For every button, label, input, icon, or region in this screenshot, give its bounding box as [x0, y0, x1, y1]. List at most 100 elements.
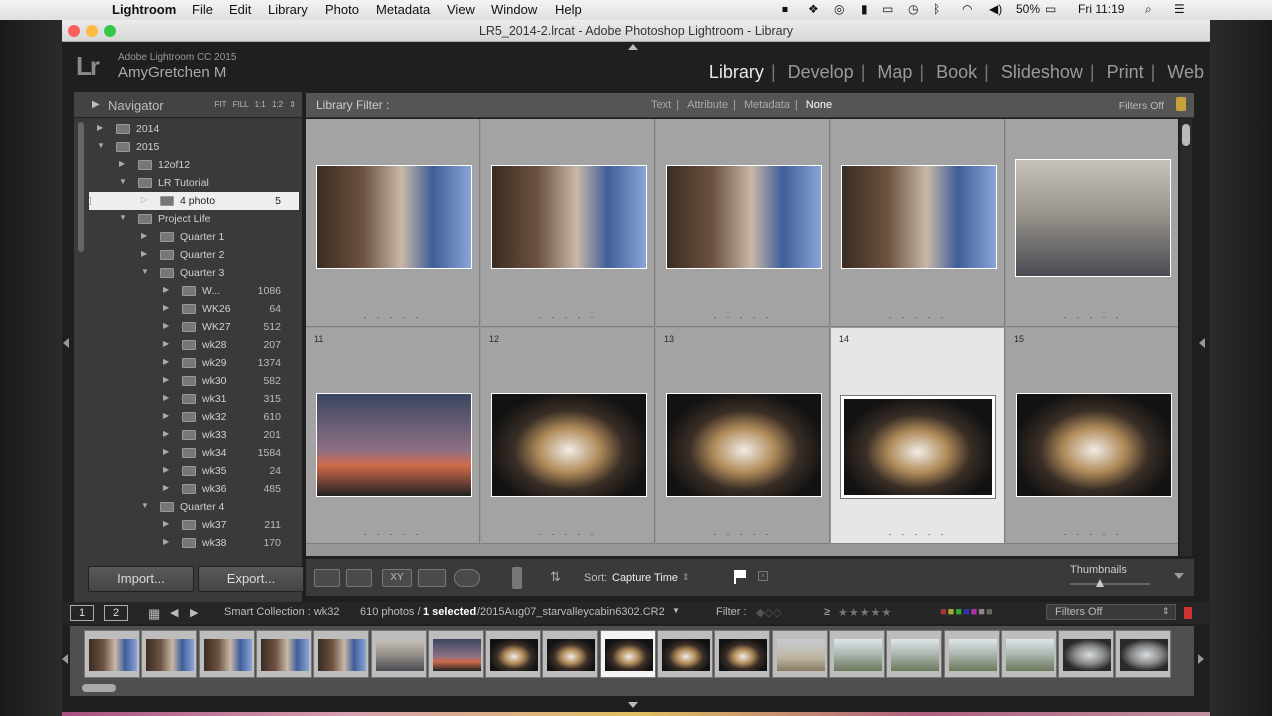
module-map[interactable]: Map — [877, 62, 912, 82]
disclosure-triangle-icon[interactable]: ▶ — [163, 465, 169, 474]
collection-row[interactable]: ▶ W... 1086 — [89, 282, 299, 300]
cell-rating-dots[interactable]: . . . . . — [656, 527, 830, 537]
kitchen-photo-thumbnail[interactable] — [316, 165, 472, 269]
dog-photo-thumbnail[interactable] — [666, 393, 822, 497]
grid-cell[interactable]: 13 . . . . . — [656, 328, 830, 544]
filmstrip-thumbnail[interactable] — [1115, 630, 1172, 678]
color-label-filter[interactable]: ■■■■■■■ — [940, 606, 994, 618]
disclosure-triangle-icon[interactable]: ▼ — [141, 267, 149, 276]
collection-row[interactable]: ▶ 2014 — [89, 120, 299, 138]
grid-cell[interactable]: . . . . . — [656, 119, 830, 327]
flag-reject-icon[interactable]: × — [758, 571, 768, 581]
filter-preset-select[interactable]: Filters Off — [1119, 100, 1164, 112]
filmstrip-thumbnail[interactable] — [657, 630, 713, 678]
filmstrip-scrollbar[interactable] — [82, 684, 116, 692]
disclosure-triangle-icon[interactable]: ▼ — [119, 177, 127, 186]
filter-preset-dropdown[interactable]: Filters Off — [1046, 604, 1176, 620]
filmstrip-thumbnail[interactable] — [828, 630, 885, 678]
collection-row[interactable]: ▶ wk34 1584 — [89, 444, 299, 462]
disclosure-triangle-icon[interactable]: ▶ — [163, 357, 169, 366]
filmstrip-thumbnail[interactable] — [84, 630, 140, 678]
cell-rating-dots[interactable]: . . . . . — [831, 310, 1005, 320]
menu-help[interactable]: Help — [555, 2, 582, 17]
thumbnail-size-slider[interactable] — [1070, 583, 1150, 585]
people-view-icon[interactable] — [454, 569, 480, 587]
thumbnail-size-knob[interactable] — [1096, 579, 1105, 587]
filmstrip-left-icon[interactable] — [62, 654, 68, 664]
grid-cell[interactable]: 11 . . . . . — [306, 328, 480, 544]
sort-direction-icon[interactable]: ⇅ — [550, 569, 561, 585]
airplay-icon[interactable]: ▭ — [882, 2, 893, 16]
kitchen-photo-thumbnail[interactable] — [491, 165, 647, 269]
zoom-fill[interactable]: FILL — [233, 100, 249, 109]
navigator-header[interactable]: ▶ Navigator FIT FILL 1:1 1:2 ⇕ — [74, 92, 302, 118]
collection-row[interactable]: ▶ wk28 207 — [89, 336, 299, 354]
app-menu[interactable]: Lightroom — [112, 2, 176, 17]
cell-rating-dots[interactable]: . . . . . — [481, 527, 655, 537]
grid-cell[interactable]: . . . . . — [1006, 119, 1178, 327]
disclosure-triangle-icon[interactable]: ▼ — [119, 213, 127, 222]
dog-photo-thumbnail[interactable] — [491, 393, 647, 497]
grid-cell[interactable]: . . . . . — [306, 119, 480, 327]
wifi-icon[interactable]: ◠ — [962, 2, 972, 16]
lock-icon[interactable] — [1176, 97, 1186, 111]
dog-photo-thumbnail[interactable] — [1016, 393, 1172, 497]
collection-row[interactable]: ▶ Quarter 1 — [89, 228, 299, 246]
collection-row[interactable]: ▶ Quarter 2 — [89, 246, 299, 264]
volume-icon[interactable]: ◀) — [989, 2, 1002, 16]
menu-file[interactable]: File — [192, 2, 213, 17]
module-library[interactable]: Library — [709, 62, 764, 82]
grid-cell[interactable]: 14 . . . . . — [831, 328, 1005, 544]
grid-view-icon[interactable] — [314, 569, 340, 587]
target-collection-checkbox[interactable] — [89, 197, 91, 205]
collapse-filmstrip-icon[interactable] — [628, 702, 638, 708]
filmstrip-thumbnail[interactable] — [599, 630, 656, 678]
collection-row[interactable]: ▶ 12of12 — [89, 156, 299, 174]
cell-rating-dots[interactable]: . . . . . — [656, 310, 830, 320]
bookmark-icon[interactable]: ▮ — [861, 2, 868, 16]
filmstrip-thumbnail[interactable] — [313, 630, 370, 678]
clock[interactable]: Fri 11:19 — [1078, 2, 1124, 16]
menu-window[interactable]: Window — [491, 2, 537, 17]
cell-rating-dots[interactable]: . . . . . — [1006, 310, 1178, 320]
expand-right-panel-icon[interactable] — [1199, 338, 1205, 348]
grid-scrollbar-thumb[interactable] — [1182, 124, 1190, 146]
grid-scrollbar[interactable] — [1180, 119, 1192, 556]
menu-library[interactable]: Library — [268, 2, 308, 17]
secondary-window-button[interactable]: 2 — [104, 605, 128, 621]
disclosure-triangle-icon[interactable]: ▼ — [97, 141, 105, 150]
filmstrip-thumbnail[interactable] — [1000, 630, 1057, 678]
collection-row[interactable]: ▶ wk31 315 — [89, 390, 299, 408]
filmstrip-thumbnail[interactable] — [886, 630, 943, 678]
collection-row[interactable]: ▶ wk36 485 — [89, 480, 299, 498]
collection-row[interactable]: ▶ wk32 610 — [89, 408, 299, 426]
module-web[interactable]: Web — [1167, 62, 1204, 82]
left-panel-scrollbar[interactable] — [78, 122, 84, 252]
collapse-top-panel-icon[interactable] — [628, 44, 638, 50]
disclosure-triangle-icon[interactable]: ▶ — [163, 285, 169, 294]
star-rating-filter[interactable]: ★★★★★ — [838, 606, 892, 619]
filmstrip-thumbnail[interactable] — [1058, 630, 1115, 678]
flag-pick-icon[interactable] — [734, 570, 746, 584]
collection-row[interactable]: ▶ wk38 170 — [89, 534, 299, 552]
collection-row[interactable]: ▶ wk29 1374 — [89, 354, 299, 372]
disclosure-triangle-icon[interactable]: ▶ — [163, 537, 169, 546]
cell-rating-dots[interactable]: . . . . . — [1006, 527, 1178, 537]
disclosure-triangle-icon[interactable]: ▷ — [141, 195, 147, 204]
disclosure-triangle-icon[interactable]: ▶ — [163, 429, 169, 438]
disclosure-triangle-icon[interactable]: ▶ — [141, 249, 147, 258]
disclosure-triangle-icon[interactable]: ▶ — [97, 123, 103, 132]
export-button[interactable]: Export... — [198, 566, 304, 592]
battery-icon[interactable]: ▭ — [1045, 2, 1056, 16]
selected-filename[interactable]: /2015Aug07_starvalleycabin6302.CR2 — [477, 606, 665, 618]
zoom-1-2[interactable]: 1:2 — [272, 100, 283, 109]
filmstrip-thumbnail[interactable] — [542, 630, 599, 678]
zoom-menu-icon[interactable]: ⇕ — [289, 100, 296, 109]
back-arrow-icon[interactable]: ◀ — [170, 606, 178, 619]
filmstrip-thumbnail[interactable] — [714, 630, 771, 678]
grid-cell[interactable]: 12 . . . . . — [481, 328, 655, 544]
compare-view-icon[interactable]: XY — [382, 569, 412, 587]
filmstrip-thumbnail[interactable] — [255, 630, 312, 678]
sort-select[interactable]: Capture Time — [612, 572, 678, 584]
filmstrip-thumbnail[interactable] — [771, 630, 828, 678]
